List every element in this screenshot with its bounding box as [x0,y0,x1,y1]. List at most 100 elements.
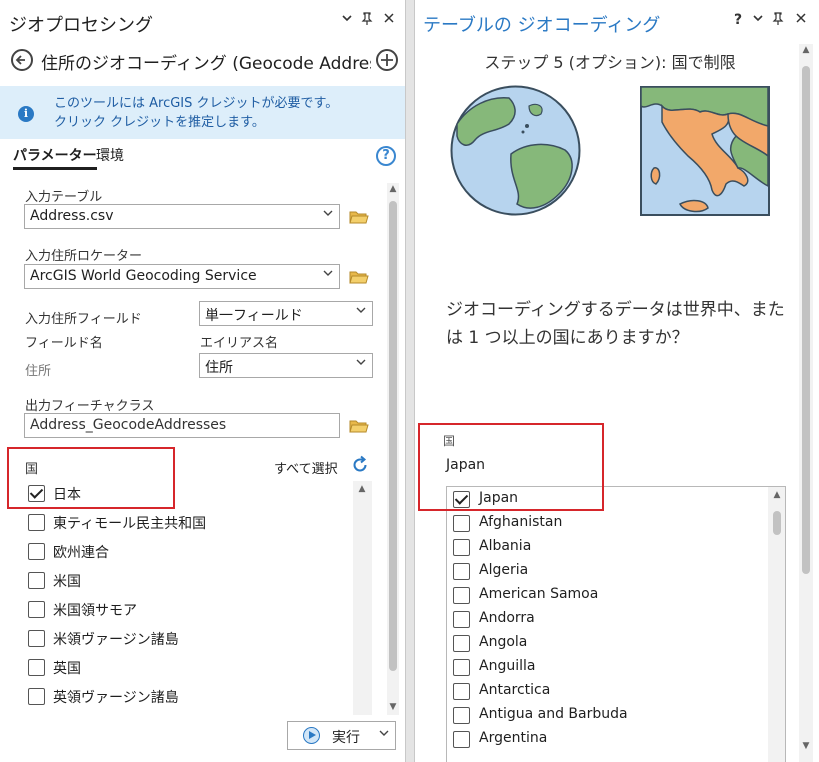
refresh-icon[interactable] [350,455,370,475]
checkbox[interactable] [28,485,45,502]
list-item[interactable]: 東ティモール民主共和国 [28,512,348,541]
back-icon[interactable] [11,49,33,71]
checkbox-label: Argentina [479,730,548,746]
list-item[interactable]: Angola [453,633,763,657]
scroll-up-icon[interactable]: ▲ [355,483,369,495]
info-line-1: このツールには ArcGIS クレジットが必要です。 [54,96,339,111]
checkbox-label: Andorra [479,610,535,626]
scroll-up-icon[interactable]: ▲ [799,44,813,56]
list-item[interactable]: 米国領サモア [28,599,348,628]
list-item[interactable]: 英領ヴァージン諸島 [28,686,348,715]
tab-environments[interactable]: 環境 [96,145,124,165]
scroll-down-icon[interactable]: ▼ [799,740,813,752]
input-table-select[interactable]: Address.csv [24,204,340,229]
scroll-thumb[interactable] [802,66,810,574]
checkbox[interactable] [453,731,470,748]
alias-select[interactable]: 住所 [199,353,373,378]
browse-folder-icon[interactable] [349,270,369,284]
list-item[interactable]: Antigua and Barbuda [453,705,763,729]
parameters-scrollbar[interactable]: ▲ ▼ [387,183,399,715]
checkbox-label: 日本 [53,487,81,503]
scroll-down-icon[interactable]: ▼ [386,701,400,713]
checkbox[interactable] [453,611,470,628]
checkbox[interactable] [453,491,470,508]
list-item[interactable]: Andorra [453,609,763,633]
pin-icon[interactable] [769,12,787,32]
list-item[interactable]: 米国 [28,570,348,599]
checkbox[interactable] [28,688,45,705]
chevron-down-icon[interactable] [338,12,356,32]
list-item[interactable]: Japan [453,489,763,513]
run-button[interactable]: 実行 [287,721,396,750]
checkbox[interactable] [453,515,470,532]
checkbox[interactable] [453,707,470,724]
alias-name-header: エイリアス名 [200,336,279,351]
list-item[interactable]: American Samoa [453,585,763,609]
chevron-down-icon [356,305,366,318]
tool-name: 住所のジオコーディング (Geocode Addres... [41,54,371,74]
address-fields-value: 単一フィールド [205,308,303,324]
browse-folder-icon[interactable] [349,419,369,433]
list-item[interactable]: 日本 [28,483,348,512]
select-all-link[interactable]: すべて選択 [274,458,338,477]
country-label: 国 [443,434,456,448]
close-icon[interactable] [380,12,398,32]
checkbox[interactable] [28,572,45,589]
scroll-up-icon[interactable]: ▲ [770,489,784,501]
scroll-thumb[interactable] [389,201,397,671]
credit-info-banner: i このツールには ArcGIS クレジットが必要です。 クリック クレジットを… [0,86,405,139]
country-list-scrollbar[interactable]: ▲ [768,487,785,762]
list-item[interactable]: 欧州連合 [28,541,348,570]
country-list: Japan Afghanistan Albania Algeria American S… [446,486,786,762]
scroll-thumb[interactable] [773,511,781,535]
list-item[interactable]: Afghanistan [453,513,763,537]
list-item[interactable]: 英国 [28,657,348,686]
scroll-up-icon[interactable]: ▲ [386,183,400,195]
help-icon[interactable]: ? [376,146,396,166]
chevron-down-icon[interactable] [749,12,767,32]
checkbox[interactable] [453,683,470,700]
list-item[interactable]: Anguilla [453,657,763,681]
browse-folder-icon[interactable] [349,210,369,224]
checkbox[interactable] [453,659,470,676]
checkbox[interactable] [453,563,470,580]
pane-scrollbar[interactable]: ▲ ▼ [799,44,813,762]
address-fields-select[interactable]: 単一フィールド [199,301,373,326]
checkbox[interactable] [28,543,45,560]
list-item[interactable]: Antarctica [453,681,763,705]
country-list-scrollbar[interactable]: ▲ [353,481,372,715]
close-icon[interactable] [792,12,810,32]
pin-icon[interactable] [358,12,376,32]
checkbox-label: 欧州連合 [53,545,109,561]
chevron-down-icon [323,208,333,221]
tab-parameters[interactable]: パラメーター [13,145,97,170]
estimate-credits-link[interactable]: クリック クレジットを推定します。 [54,113,338,132]
checkbox-label: 東ティモール民主共和国 [53,516,207,532]
checkbox[interactable] [28,659,45,676]
tool-header: 住所のジオコーディング (Geocode Addres... [0,45,405,77]
info-icon: i [18,106,34,122]
list-item[interactable]: 米領ヴァージン諸島 [28,628,348,657]
checkbox[interactable] [28,630,45,647]
list-item[interactable]: Argentina [453,729,763,753]
locator-value: ArcGIS World Geocoding Service [30,268,257,284]
checkbox-label: Antarctica [479,682,551,698]
list-item[interactable]: Algeria [453,561,763,585]
checkbox[interactable] [28,601,45,618]
input-table-label: 入力テーブル [25,190,103,205]
checkbox-label: Afghanistan [479,514,563,530]
add-icon[interactable] [376,49,398,71]
help-icon[interactable]: ? [729,12,747,32]
chevron-down-icon [356,357,366,370]
info-text: このツールには ArcGIS クレジットが必要です。 クリック クレジットを推定… [54,94,338,132]
italy-map-image [640,86,770,216]
checkbox[interactable] [453,635,470,652]
output-input[interactable]: Address_GeocodeAddresses [24,413,340,438]
country-label: 国 [25,462,39,477]
checkbox[interactable] [453,587,470,604]
list-item[interactable]: Albania [453,537,763,561]
locator-select[interactable]: ArcGIS World Geocoding Service [24,264,340,289]
chevron-down-icon[interactable] [379,728,389,741]
checkbox[interactable] [453,539,470,556]
checkbox[interactable] [28,514,45,531]
